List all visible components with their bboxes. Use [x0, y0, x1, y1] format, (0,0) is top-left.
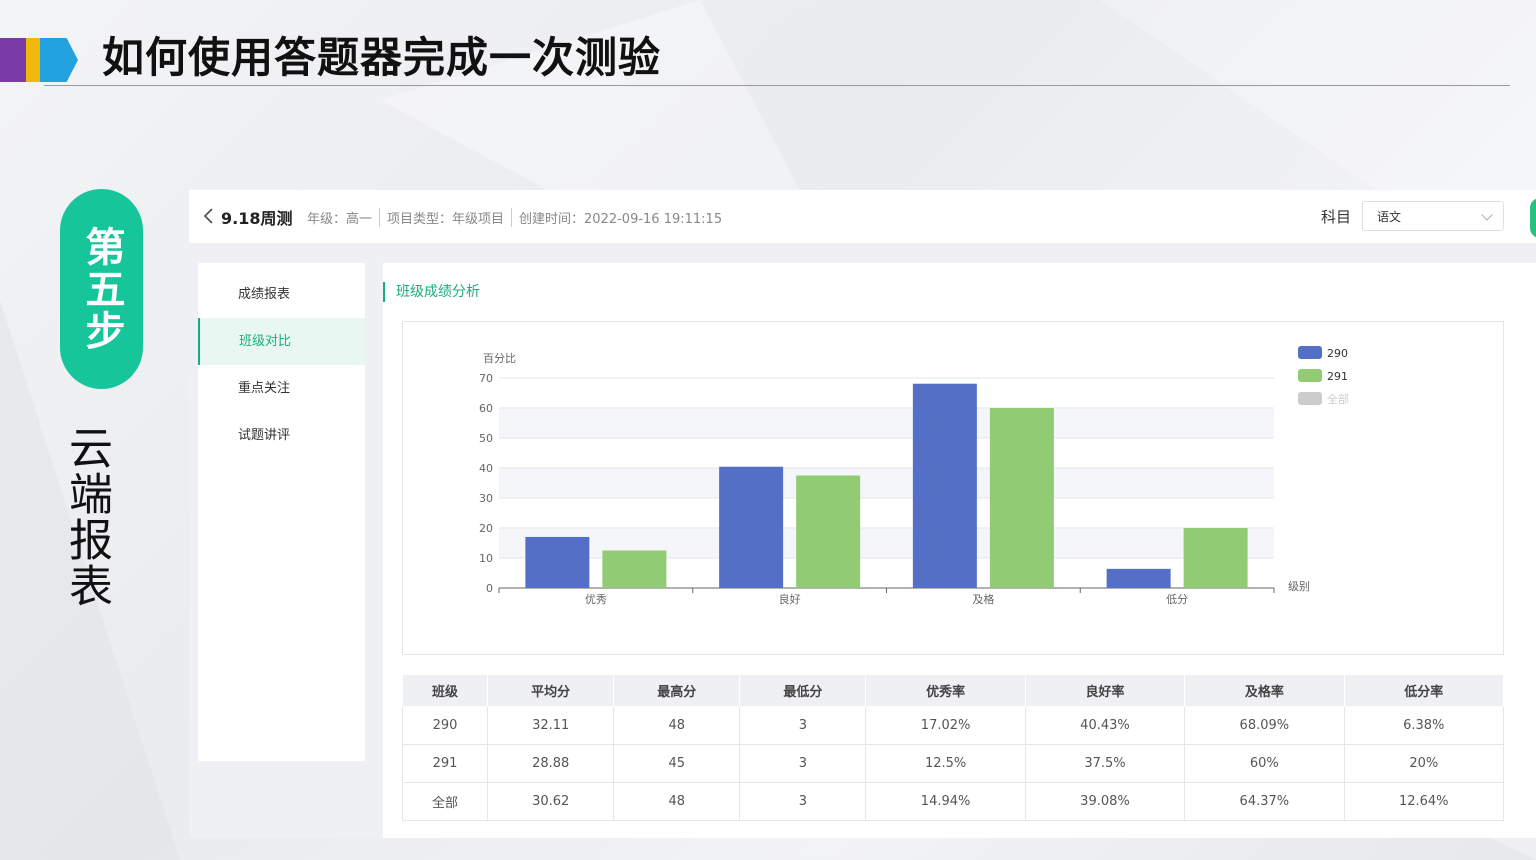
y-tick-label: 0 [486, 582, 493, 595]
table-cell: 290 [401, 706, 489, 745]
step-badge: 第五步 [60, 189, 143, 389]
legend-label: 291 [1327, 370, 1348, 383]
chevron-left-icon[interactable] [202, 206, 216, 226]
sidebar: 成绩报表 班级对比 重点关注 试题讲评 [198, 263, 365, 761]
legend-swatch-全部 [1298, 392, 1322, 405]
table-cell: 17.02% [865, 706, 1026, 745]
table-header-cell: 平均分 [487, 674, 615, 707]
table-cell: 28.88 [487, 744, 615, 783]
y-tick-label: 20 [479, 522, 493, 535]
project-type-info: 项目类型：年级项目 [379, 208, 511, 227]
legend-swatch-291 [1298, 369, 1322, 382]
sidebar-item-question-review[interactable]: 试题讲评 [198, 412, 365, 459]
top-bar: 9.18周测 年级：高一 项目类型：年级项目 创建时间：2022-09-16 1… [189, 190, 1536, 243]
x-tick-label: 良好 [779, 592, 801, 606]
table-cell: 全部 [401, 782, 489, 821]
subject-label: 科目 [1321, 208, 1352, 226]
title-decoration-blue [40, 38, 78, 82]
slide-title: 如何使用答题器完成一次测验 [102, 33, 662, 82]
section-title: 班级成绩分析 [383, 282, 480, 302]
y-tick-label: 70 [479, 372, 493, 385]
section-label: 云端报表 [61, 425, 112, 609]
grid-band [499, 408, 1274, 438]
exam-name: 9.18周测 [221, 209, 293, 228]
table-cell: 37.5% [1024, 744, 1186, 783]
title-decoration-yellow [26, 38, 40, 82]
table-cell: 64.37% [1184, 782, 1345, 821]
table-cell: 40.43% [1024, 706, 1186, 745]
y-tick-label: 40 [479, 462, 493, 475]
table-cell: 12.5% [865, 744, 1026, 783]
bar-chart: 0 10 20 30 40 50 60 70 百分比级别优秀 良好 及格 低分 290 291 全部 [402, 321, 1504, 655]
table-cell: 12.64% [1343, 782, 1505, 821]
app-window: 9.18周测 年级：高一 项目类型：年级项目 创建时间：2022-09-16 1… [189, 190, 1536, 838]
x-tick-label: 及格 [972, 592, 994, 606]
y-tick-label: 30 [479, 492, 493, 505]
bar-291-及格 [989, 408, 1054, 588]
bar-291-优秀 [602, 550, 667, 588]
stats-table: 班级 平均分 最高分 最低分 优秀率 良好率 及格率 低分率 290 32.11 48 3 17.02… [401, 674, 1505, 821]
y-tick-label: 50 [479, 432, 493, 445]
subject-select-value: 语文 [1377, 210, 1402, 224]
table-row: 291 28.88 45 3 12.5% 37.5% 60% 20% [401, 744, 1505, 783]
x-tick-label: 优秀 [585, 593, 607, 606]
table-cell: 68.09% [1184, 706, 1345, 745]
table-header-row: 班级 平均分 最高分 最低分 优秀率 良好率 及格率 低分率 [401, 674, 1505, 707]
table-header-cell: 低分率 [1343, 674, 1505, 707]
sidebar-item-score-report[interactable]: 成绩报表 [198, 271, 365, 318]
table-cell: 3 [739, 744, 867, 783]
table-cell: 48 [613, 782, 741, 821]
table-cell: 60% [1184, 744, 1345, 783]
x-axis-label: 级别 [1288, 580, 1310, 593]
table-row: 290 32.11 48 3 17.02% 40.43% 68.09% 6.38% [401, 706, 1505, 745]
table-cell: 48 [613, 706, 741, 745]
step-badge-text: 第五步 [78, 226, 125, 352]
bar-290-优秀 [525, 536, 590, 588]
table-row: 全部 30.62 48 3 14.94% 39.08% 64.37% 12.64% [401, 782, 1505, 821]
title-divider [44, 85, 1510, 86]
table-header-cell: 及格率 [1184, 674, 1345, 707]
subject-select[interactable]: 语文 [1362, 201, 1504, 231]
title-decoration-purple [0, 38, 26, 82]
table-cell: 6.38% [1343, 706, 1505, 745]
exam-meta: 年级：高一 项目类型：年级项目 创建时间：2022-09-16 19:11:15 [307, 208, 729, 227]
sidebar-item-class-compare[interactable]: 班级对比 [198, 318, 365, 365]
table-cell: 3 [739, 706, 867, 745]
bar-290-低分 [1106, 568, 1171, 588]
table-header-cell: 班级 [401, 674, 489, 707]
floating-tab[interactable] [1530, 198, 1536, 238]
bar-291-良好 [796, 475, 861, 588]
table-cell: 14.94% [865, 782, 1026, 821]
table-cell: 45 [613, 744, 741, 783]
sidebar-item-key-focus[interactable]: 重点关注 [198, 365, 365, 412]
legend-label: 全部 [1327, 392, 1349, 406]
created-time-info: 创建时间：2022-09-16 19:11:15 [511, 208, 729, 227]
table-cell: 30.62 [487, 782, 615, 821]
grade-info: 年级：高一 [307, 212, 373, 227]
y-axis-label: 百分比 [483, 352, 516, 365]
table-cell: 20% [1343, 744, 1505, 783]
table-cell: 39.08% [1024, 782, 1186, 821]
table-cell: 32.11 [487, 706, 615, 745]
y-tick-label: 10 [479, 552, 493, 565]
table-header-cell: 良好率 [1024, 674, 1186, 707]
legend-label: 290 [1327, 347, 1348, 360]
main-panel: 班级成绩分析 0 10 20 30 40 50 60 70 百分比 级别 优秀 良好 及格 低分 290 29… [383, 263, 1536, 838]
table-cell: 3 [739, 782, 867, 821]
table-header-cell: 优秀率 [865, 674, 1026, 707]
chevron-down-icon [1481, 209, 1493, 221]
bar-291-低分 [1183, 528, 1248, 588]
y-tick-label: 60 [479, 402, 493, 415]
table-header-cell: 最高分 [613, 674, 741, 707]
table-header-cell: 最低分 [739, 674, 867, 707]
table-cell: 291 [401, 744, 489, 783]
bar-290-及格 [912, 383, 977, 588]
chart-canvas: 0 10 20 30 40 50 60 70 百分比级别优秀 良好 及格 低分 290 291 全部 [479, 346, 1349, 606]
legend-swatch-290 [1298, 346, 1322, 359]
grid-band [499, 468, 1274, 498]
x-tick-label: 低分 [1166, 593, 1188, 606]
bar-290-良好 [719, 466, 784, 588]
